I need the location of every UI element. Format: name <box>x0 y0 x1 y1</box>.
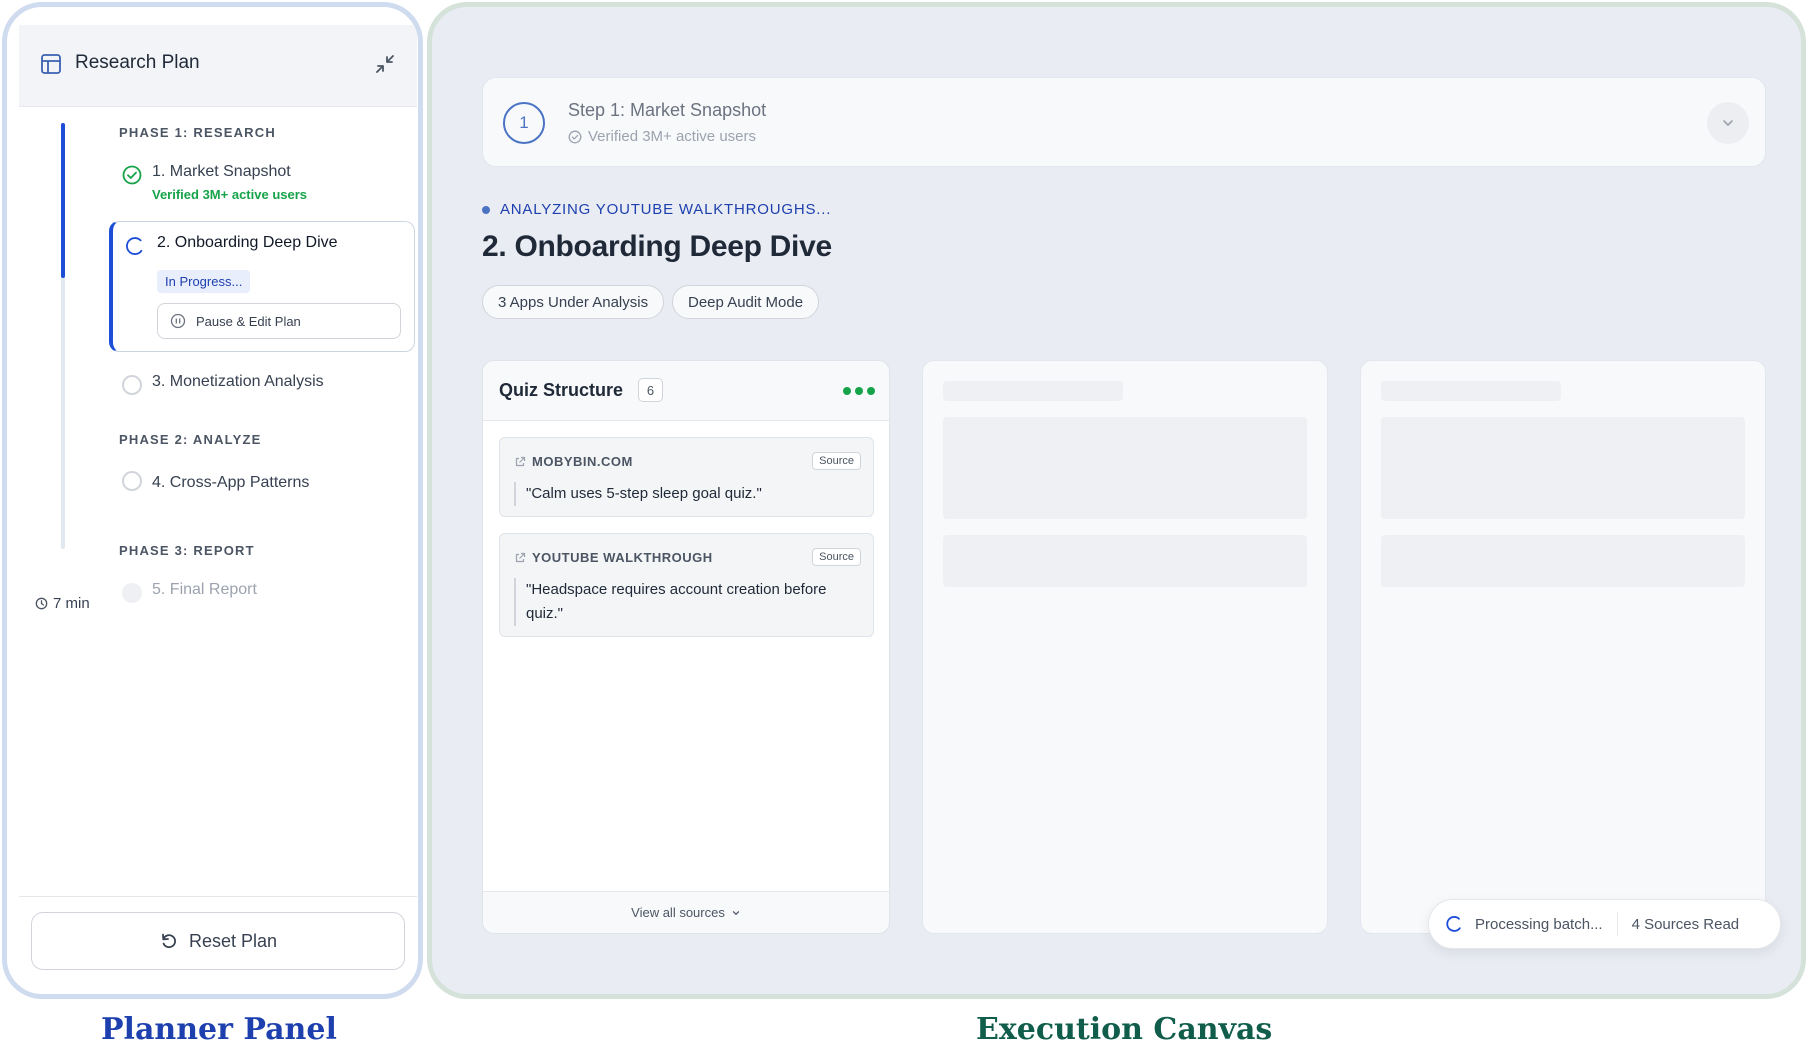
source-domain-text: YOUTUBE WALKTHROUGH <box>532 550 713 565</box>
step-monetization-analysis[interactable]: 3. Monetization Analysis <box>108 373 416 397</box>
chip-deep-audit-mode: Deep Audit Mode <box>672 285 820 319</box>
step-final-report: 5. Final Report <box>108 581 416 605</box>
source-count-badge: 6 <box>638 378 663 402</box>
view-all-sources-link[interactable]: View all sources <box>483 891 889 933</box>
step-number-badge: 1 <box>503 102 545 144</box>
clock-icon <box>35 597 48 610</box>
pause-icon <box>170 313 186 329</box>
sources-read-count: 4 Sources Read <box>1631 915 1740 933</box>
pause-edit-plan-label: Pause & Edit Plan <box>196 313 301 329</box>
source-domain: YOUTUBE WALKTHROUGH <box>514 550 713 565</box>
card-title: Quiz Structure <box>499 380 624 400</box>
status-badge: In Progress... <box>157 270 251 293</box>
view-all-sources-label: View all sources <box>631 905 725 920</box>
skeleton-block <box>943 417 1307 519</box>
planner-panel-content: Research Plan 7 min PHASE 1: RESEARCH 1.… <box>19 25 417 980</box>
loading-spinner-icon <box>1446 916 1461 932</box>
chip-apps-under-analysis: 3 Apps Under Analysis <box>482 285 665 319</box>
step-cross-app-patterns[interactable]: 4. Cross-App Patterns <box>108 471 416 495</box>
reset-plan-button[interactable]: Reset Plan <box>31 912 405 970</box>
skeleton-block <box>943 535 1307 587</box>
completed-step-summary[interactable]: 1 Step 1: Market Snapshot Verified 3M+ a… <box>482 77 1766 167</box>
phase-label-report: PHASE 3: REPORT <box>119 543 255 558</box>
status-dot <box>482 205 490 214</box>
loading-dots-icon <box>843 387 875 395</box>
source-quote: "Headspace requires account creation bef… <box>514 578 859 626</box>
processing-status-pill: Processing batch... 4 Sources Read <box>1428 899 1781 949</box>
pause-edit-plan-button[interactable]: Pause & Edit Plan <box>157 303 401 339</box>
planner-footer: Reset Plan <box>19 896 417 980</box>
check-circle-icon <box>568 130 582 143</box>
analysis-status: ANALYZING YOUTUBE WALKTHROUGHS... <box>482 201 831 218</box>
loading-placeholder-card <box>922 360 1328 934</box>
current-step-title: 2. Onboarding Deep Dive <box>482 230 832 263</box>
timeline-rail <box>61 123 65 549</box>
locked-circle-icon <box>122 583 142 603</box>
source-quote: "Calm uses 5-step sleep goal quiz." <box>514 482 859 506</box>
source-tag: Source <box>812 452 861 470</box>
step-name: 1. Market Snapshot <box>152 163 291 180</box>
phase-label-analyze: PHASE 2: ANALYZE <box>119 432 262 447</box>
planner-header: Research Plan <box>19 25 417 107</box>
analysis-status-text: ANALYZING YOUTUBE WALKTHROUGHS... <box>500 201 832 218</box>
processing-label: Processing batch... <box>1475 915 1603 933</box>
source-tag: Source <box>812 548 861 566</box>
completed-step-title: Step 1: Market Snapshot <box>568 100 767 120</box>
check-circle-icon <box>122 165 142 185</box>
layout-icon <box>41 54 61 74</box>
execution-canvas-content: 1 Step 1: Market Snapshot Verified 3M+ a… <box>442 25 1787 980</box>
source-domain: MOBYBIN.COM <box>514 454 633 469</box>
phase-label-research: PHASE 1: RESEARCH <box>119 125 276 140</box>
skeleton-block <box>1381 535 1745 587</box>
reset-plan-label: Reset Plan <box>188 930 278 951</box>
step-onboarding-deep-dive[interactable]: 2. Onboarding Deep Dive In Progress... P… <box>109 221 415 352</box>
chevron-down-icon <box>732 910 739 915</box>
quiz-structure-card: Quiz Structure 6 MOBYBIN.COM Source "Cal… <box>482 360 890 934</box>
source-domain-text: MOBYBIN.COM <box>532 454 633 469</box>
reset-icon <box>162 933 176 949</box>
skeleton-line <box>943 381 1123 401</box>
source-card[interactable]: YOUTUBE WALKTHROUGH Source "Headspace re… <box>499 533 874 637</box>
step-name: 4. Cross-App Patterns <box>152 474 310 491</box>
external-link-icon <box>515 456 526 466</box>
source-card[interactable]: MOBYBIN.COM Source "Calm uses 5-step sle… <box>499 437 874 517</box>
pending-circle-icon <box>122 375 142 395</box>
planner-title: Research Plan <box>75 52 200 73</box>
step-name: 5. Final Report <box>152 581 257 598</box>
step-result: Verified 3M+ active users <box>152 187 308 202</box>
skeleton-block <box>1381 417 1745 519</box>
divider <box>1616 912 1618 936</box>
timeline-progress <box>61 123 65 278</box>
execution-canvas: 1 Step 1: Market Snapshot Verified 3M+ a… <box>427 2 1806 999</box>
planner-panel: Research Plan 7 min PHASE 1: RESEARCH 1.… <box>2 2 423 999</box>
planner-panel-caption: Planner Panel <box>101 1012 337 1047</box>
external-link-icon <box>515 552 526 562</box>
time-estimate-label: 7 min <box>53 595 90 612</box>
step-market-snapshot[interactable]: 1. Market Snapshot Verified 3M+ active u… <box>108 163 416 205</box>
card-header: Quiz Structure 6 <box>483 361 889 421</box>
pending-circle-icon <box>122 471 142 491</box>
completed-step-note: Verified 3M+ active users <box>568 128 756 145</box>
loading-spinner-icon <box>126 237 143 255</box>
completed-step-note-text: Verified 3M+ active users <box>588 128 756 145</box>
collapse-icon[interactable] <box>373 52 397 76</box>
loading-placeholder-card <box>1360 360 1766 934</box>
time-estimate: 7 min <box>35 595 90 612</box>
step-name: 3. Monetization Analysis <box>152 373 324 390</box>
expand-step-button[interactable] <box>1707 102 1749 144</box>
execution-canvas-caption: Execution Canvas <box>976 1012 1273 1047</box>
chevron-down-icon <box>1723 120 1733 126</box>
step-name: 2. Onboarding Deep Dive <box>157 234 338 251</box>
skeleton-line <box>1381 381 1561 401</box>
